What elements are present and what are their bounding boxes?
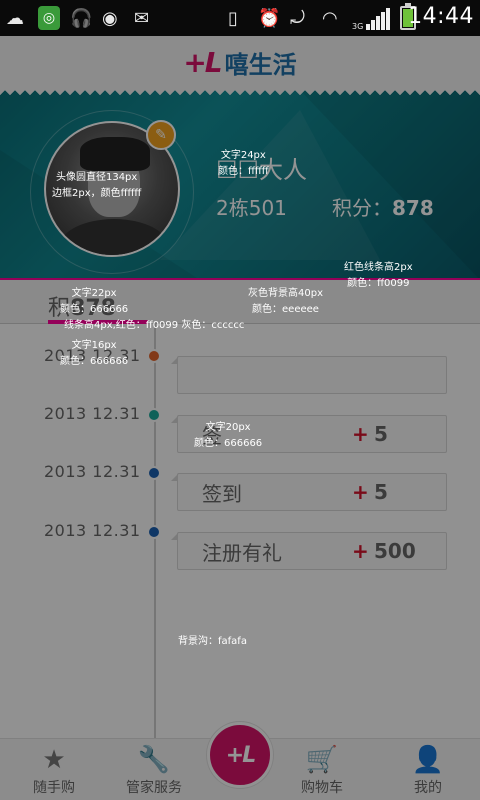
app-logo: +L 嘻生活	[183, 45, 296, 80]
nav-label: 我的	[414, 780, 442, 796]
timeline-card: 注册有礼 + 500	[171, 532, 447, 570]
annotation-red-line: 红色线条高2px 颜色：ff0099	[344, 262, 413, 289]
clock: 14:44	[408, 4, 474, 29]
cart-icon: 🛒	[305, 745, 339, 775]
card-value: 5	[374, 422, 388, 446]
rotate-icon: ⤾	[290, 7, 305, 29]
banner-zigzag-edge	[0, 88, 480, 98]
timeline-card: 签到 + 5	[171, 473, 447, 511]
logo-icon: +L	[225, 742, 256, 768]
annotation-underline: 线条高4px,红色：ff0099 灰色：cccccc	[64, 320, 245, 331]
annotation-tab-text: 文字22px 颜色：666666	[60, 288, 129, 315]
home-logo-button[interactable]: +L	[207, 722, 273, 788]
annotation-name: 文字24px 颜色：ffffff	[218, 150, 269, 177]
user-room: 2栋501	[216, 196, 287, 220]
chat-icon: ◉	[102, 7, 118, 29]
card-label: 注册有礼	[202, 540, 282, 565]
alarm-icon: ⏰	[258, 7, 281, 29]
annotation-avatar: 头像圆直径134px 边框2px，颜色ffffff	[52, 172, 142, 199]
star-icon: ★	[42, 745, 66, 775]
headset-icon: 🎧	[70, 7, 93, 29]
timeline-card	[171, 356, 447, 394]
nav-item-cart[interactable]: 🛒 购物车	[282, 739, 362, 800]
network-type: 3G	[352, 21, 364, 31]
nav-item-service[interactable]: 🔧 管家服务	[114, 739, 194, 800]
annotation-card-text: 文字20px 颜色：666666	[194, 422, 263, 449]
annotation-gray-bg: 灰色背景高40px 颜色：eeeeee	[248, 288, 323, 315]
points-value: 878	[392, 196, 434, 220]
nav-item-shop[interactable]: ★ 随手购	[14, 739, 94, 800]
timeline-date: 2013 12.31	[44, 462, 141, 481]
mail-icon: ✉	[134, 7, 150, 29]
wrench-icon: 🔧	[137, 745, 171, 775]
edit-profile-button[interactable]: ✎	[146, 120, 176, 150]
signal-icon	[366, 6, 391, 30]
plus-icon: +	[352, 539, 369, 563]
card-value: 500	[374, 539, 416, 563]
timeline-date: 2013 12.31	[44, 521, 141, 540]
vibrate-icon: ▯	[228, 7, 238, 29]
points-label: 积分：	[332, 196, 392, 220]
timeline-date: 2013 12.31	[44, 404, 141, 423]
logo-text: 嘻生活	[224, 51, 297, 79]
app-header: +L 嘻生活	[0, 36, 480, 90]
cloud-icon: ☁	[6, 7, 24, 29]
status-bar: ☁ ◎ 🎧 ◉ ✉ ▯ ⏰ ⤾ ◠ 3G 14:44	[0, 0, 480, 36]
timeline-dot	[147, 525, 161, 539]
annotation-date-text: 文字16px 颜色：666666	[60, 340, 129, 367]
annotation-background: 背景沟：fafafa	[178, 636, 247, 647]
timeline-dot	[147, 408, 161, 422]
wifi-icon: ◠	[322, 7, 338, 29]
app-icon: ◎	[38, 6, 60, 30]
user-points: 积分：878	[332, 192, 434, 221]
nav-label: 随手购	[33, 780, 75, 796]
nav-label: 管家服务	[126, 780, 182, 796]
timeline-dot	[147, 349, 161, 363]
timeline-dot	[147, 466, 161, 480]
person-icon: 👤	[411, 745, 445, 775]
plus-icon: +	[352, 480, 369, 504]
nav-item-me[interactable]: 👤 我的	[388, 739, 468, 800]
edit-icon: ✎	[155, 127, 167, 143]
card-label: 签到	[202, 481, 242, 506]
nav-label: 购物车	[301, 780, 343, 796]
card-value: 5	[374, 480, 388, 504]
plus-icon: +	[352, 422, 369, 446]
logo-mark: +L	[183, 46, 222, 79]
